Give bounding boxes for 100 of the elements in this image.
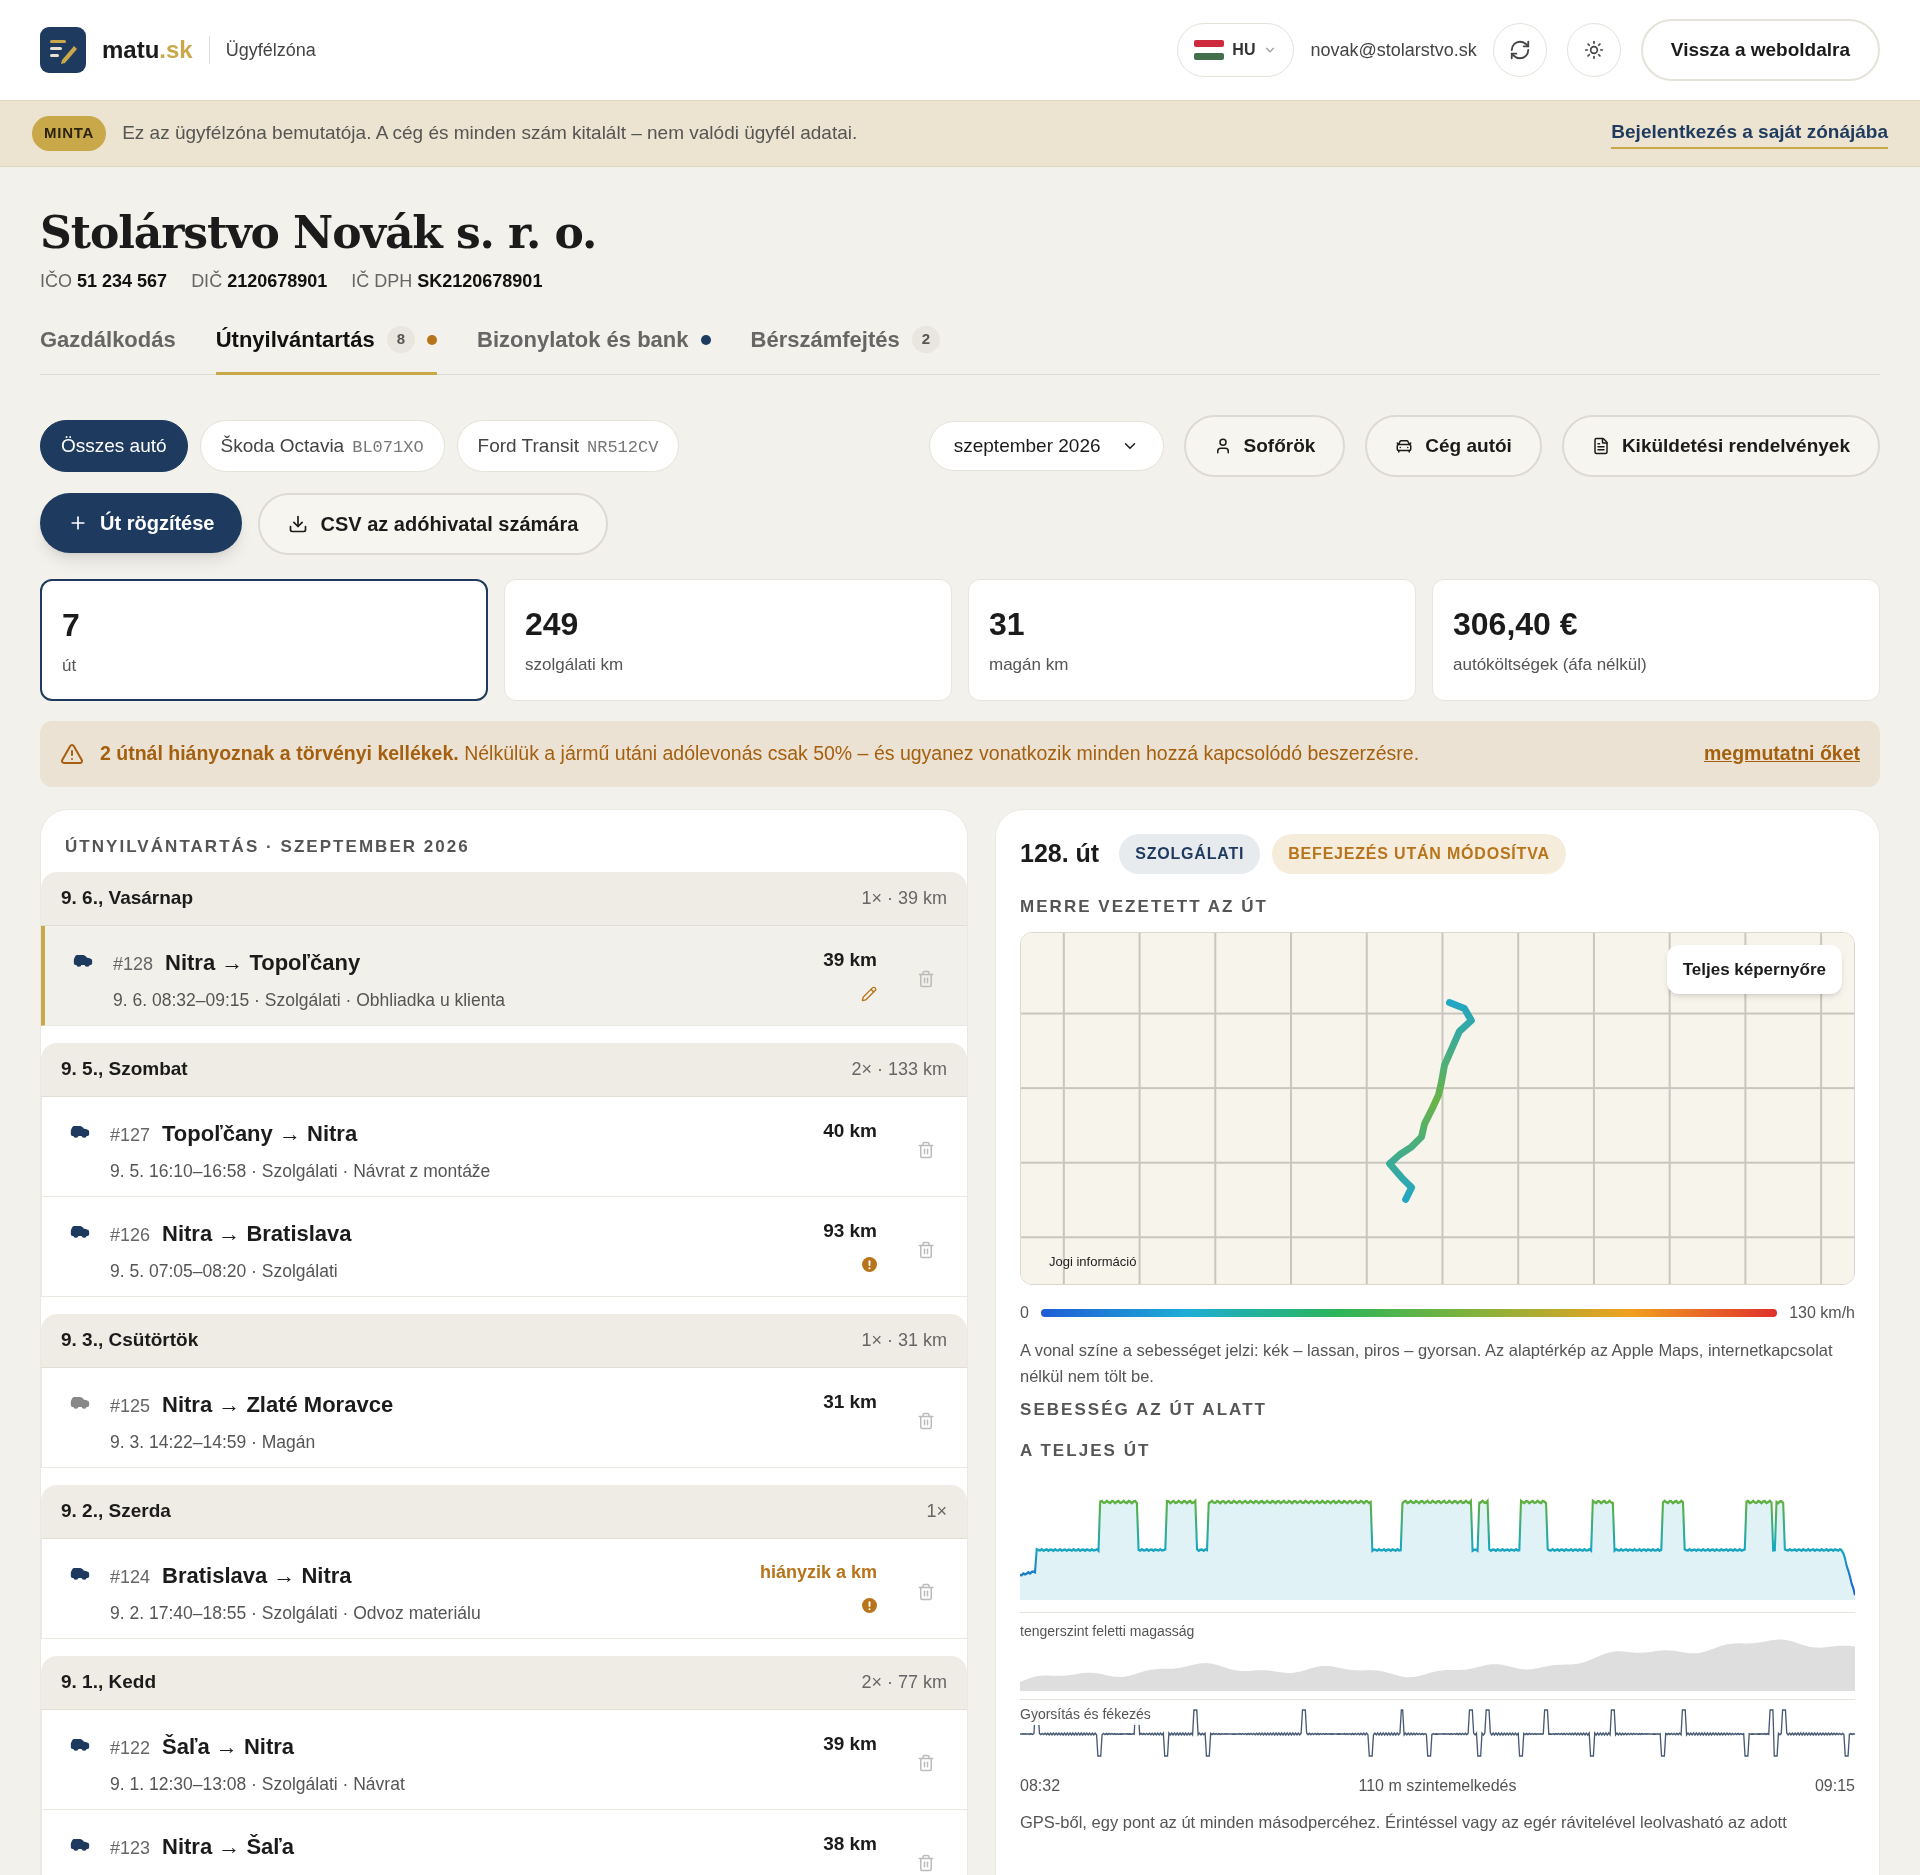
trash-icon (917, 1411, 935, 1430)
trash-icon (917, 1582, 935, 1601)
alert-text: 2 útnál hiányoznak a törvényi kellékek. Nélkülük a jármű utáni adólevonás csak 50% – és ugyanez vonatkozik minden hozzá kapcsolódó beszerzésre. (100, 741, 1420, 767)
trash-icon (917, 1240, 935, 1259)
delete-button[interactable] (917, 1140, 935, 1159)
pencil-icon (861, 986, 877, 1002)
car-filter-chip[interactable]: Škoda Octavia BL071XO (199, 420, 445, 472)
trip-number: #127 (110, 1123, 151, 1147)
month-select[interactable]: szeptember 2026 (928, 421, 1164, 471)
trip-distance: 39 km (823, 947, 877, 972)
tab[interactable]: Gazdálkodás (40, 323, 176, 375)
trip-details: 9. 5. 16:10–16:58 · Szolgálati · Návrat z montáže (110, 1159, 492, 1183)
section-label: Ügyfélzóna (225, 38, 316, 62)
flag-icon (1194, 40, 1225, 60)
show-them-link[interactable]: megmutatni őket (1703, 739, 1860, 769)
trip-details: 9. 2. 17:40–18:55 · Szolgálati · Odvoz materiálu (110, 1601, 482, 1625)
legal-info-link[interactable]: Jogi információ (1049, 1252, 1137, 1272)
company-id: IČ DPH SK2120678901 (351, 269, 543, 293)
csv-export-button[interactable]: CSV az adóhivatal számára (258, 493, 609, 555)
stat-value: 306,40 € (1453, 605, 1579, 644)
trash-icon (917, 969, 935, 988)
trip-number: #124 (110, 1565, 151, 1589)
day-summary: 2× · 133 km (851, 1057, 947, 1081)
trash-icon (917, 1853, 935, 1872)
refresh-icon (1508, 39, 1531, 61)
tab[interactable]: Bizonylatok és bank (477, 323, 711, 375)
trip-row[interactable]: #124 Bratislava → Nitra 9. 2. 17:40–18:55 · Szolgálati · Odvoz materiálu hiányzik a km (41, 1538, 967, 1639)
trip-row[interactable]: #125 Nitra → Zlaté Moravce 9. 3. 14:22–14:59 · Magán 31 km (41, 1367, 967, 1468)
day-date: 9. 1., Kedd (61, 1669, 157, 1694)
tab-count: 2 (911, 326, 941, 353)
map-heading: MERRE VEZETETT AZ ÚT (1020, 896, 1269, 918)
day-summary: 1× (926, 1499, 947, 1523)
trip-row[interactable]: #128 Nitra → Topoľčany 9. 6. 08:32–09:15 · Szolgálati · Obhliadka u klienta 39 km (41, 925, 967, 1026)
delete-button[interactable] (917, 1853, 935, 1872)
trip-route: Topoľčany → Nitra (162, 1119, 358, 1148)
stat-card[interactable]: 249 szolgálati km (504, 579, 952, 701)
start-time: 08:32 (1020, 1775, 1061, 1796)
tab[interactable]: Útnyilvántartás 8 (215, 323, 437, 375)
trip-row[interactable]: #126 Nitra → Bratislava 9. 5. 07:05–08:20 · Szolgálati 93 km (41, 1196, 967, 1297)
toolbar-button[interactable]: Sofőrök (1183, 415, 1346, 477)
car-icon (1395, 437, 1414, 455)
day-date: 9. 2., Szerda (61, 1498, 171, 1523)
warning-icon (862, 1257, 877, 1272)
trip-badge: SZOLGÁLATI (1119, 834, 1261, 874)
trip-details: 9. 3. 14:22–14:59 · Magán (110, 1430, 317, 1454)
footnote: GPS-ből, egy pont az út minden másodpercéhez. Érintéssel vagy az egér rávitelével leolvasható az adott (1020, 1811, 1788, 1833)
speed-heading: SEBESSÉG AZ ÚT ALATT (1020, 1398, 1268, 1421)
end-time: 09:15 (1814, 1775, 1855, 1796)
trash-icon (917, 1753, 935, 1772)
tab-count: 8 (386, 326, 415, 353)
stat-label: autóköltségek (áfa nélkül) (1453, 654, 1648, 676)
trip-route: Nitra → Šaľa (162, 1832, 294, 1861)
trip-title: 128. út (1020, 838, 1100, 870)
stat-card[interactable]: 7 út (40, 579, 488, 701)
stat-card[interactable]: 31 magán km (968, 579, 1416, 701)
day-date: 9. 3., Csütörtök (61, 1327, 199, 1352)
banner-text: Ez az ügyfélzóna bemutatója. A cég és minden szám kitalált – nem valódi ügyfél adatai. (122, 121, 858, 146)
trip-route: Nitra → Bratislava (162, 1219, 352, 1248)
trip-route: Šaľa → Nitra (162, 1732, 294, 1761)
elevation-label: tengerszint feletti magasság (1020, 1621, 1195, 1641)
car-filter-chip[interactable]: Összes autó (40, 420, 188, 472)
warning-triangle-icon (60, 742, 84, 766)
car-filter-chip[interactable]: Ford Transit NR512CV (456, 420, 680, 472)
panel-title: ÚTNYILVÁNTARTÁS · SZEPTEMBER 2026 (64, 836, 471, 858)
trip-distance: 39 km (823, 1731, 877, 1756)
trip-route: Bratislava → Nitra (162, 1561, 352, 1590)
stat-label: szolgálati km (525, 654, 625, 676)
trash-icon (917, 1140, 935, 1159)
delete-button[interactable] (917, 969, 935, 988)
stat-card[interactable]: 306,40 € autóköltségek (áfa nélkül) (1432, 579, 1880, 701)
delete-button[interactable] (917, 1411, 935, 1430)
delete-button[interactable] (917, 1240, 935, 1259)
delete-button[interactable] (917, 1753, 935, 1772)
trip-badge: BEFEJEZÉS UTÁN MÓDOSÍTVA (1272, 834, 1566, 874)
day-summary: 1× · 39 km (861, 886, 947, 910)
speed-scale-max: 130 km/h (1789, 1302, 1855, 1323)
back-to-website-button[interactable]: Vissza a weboldalra (1640, 19, 1880, 81)
fullscreen-button[interactable]: Teljes képernyőre (1666, 944, 1842, 994)
trip-number: #122 (110, 1736, 151, 1760)
trip-row[interactable]: #122 Šaľa → Nitra 9. 1. 12:30–13:08 · Szolgálati · Návrat 39 km (41, 1709, 967, 1810)
trip-number: #128 (113, 952, 154, 976)
toolbar-button[interactable]: Cég autói (1365, 415, 1542, 477)
language-selector[interactable]: HU (1177, 23, 1295, 77)
trip-number: #123 (110, 1836, 151, 1860)
login-link[interactable]: Bejelentkezés a saját zónájába (1611, 118, 1888, 149)
speed-scale-min: 0 (1020, 1302, 1029, 1323)
stat-label: magán km (989, 654, 1070, 676)
trip-row[interactable]: #127 Topoľčany → Nitra 9. 5. 16:10–16:58 · Szolgálati · Návrat z montáže 40 km (41, 1096, 967, 1197)
user-email: novak@stolarstvo.sk (1310, 38, 1477, 62)
sample-badge: MINTA (32, 116, 107, 151)
stat-label: út (62, 655, 78, 677)
trip-distance: 40 km (823, 1118, 877, 1143)
map-note: A vonal színe a sebességet jelzi: kék – lassan, piros – gyorsan. Az alaptérkép az Apple Maps, internetkapcsolat nélkül nem tölt be. (1020, 1339, 1834, 1387)
logo-icon (40, 27, 86, 73)
add-trip-button[interactable]: Út rögzítése (40, 493, 243, 553)
day-date: 9. 5., Szombat (61, 1056, 188, 1081)
toolbar-button[interactable]: Kiküldetési rendelvények (1561, 415, 1880, 477)
tab[interactable]: Bérszámfejtés 2 (750, 323, 941, 375)
delete-button[interactable] (917, 1582, 935, 1601)
trip-number: #125 (110, 1394, 151, 1418)
